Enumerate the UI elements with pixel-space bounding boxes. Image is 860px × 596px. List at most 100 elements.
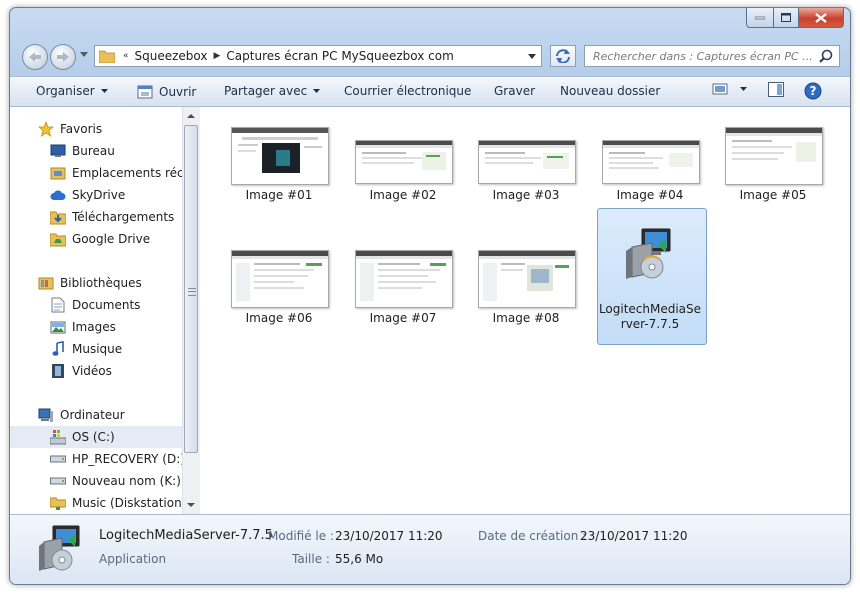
screenshot-thumbnail [355,140,453,184]
file-tile[interactable]: Image #01 [223,127,329,207]
installer-icon [622,225,678,281]
breadcrumb-separator-icon[interactable]: ▶ [214,51,221,61]
scrollbar-thumb[interactable] [184,125,198,453]
file-tile-selected[interactable]: LogitechMediaSe rver-7.7.5 [594,217,701,337]
cloud-icon [50,187,66,203]
new-folder-label: Nouveau dossier [560,84,661,98]
share-with-button[interactable]: Partager avec [224,84,321,98]
new-folder-button[interactable]: Nouveau dossier [560,84,660,98]
nav-item-documents[interactable]: Documents [10,294,182,316]
screenshot-thumbnail [478,140,576,184]
file-tile[interactable]: Image #08 [470,250,576,330]
preview-pane-button[interactable] [768,82,784,97]
breadcrumb-overflow[interactable]: « [123,51,129,61]
search-icon[interactable] [819,49,833,63]
help-button[interactable]: ? [804,82,822,100]
screenshot-thumbnail [231,250,329,308]
nav-computer[interactable]: Ordinateur [10,404,182,426]
nav-favorites-label: Favoris [60,122,103,136]
nav-item-network-music[interactable]: Music (Diskstation) [10,492,182,514]
view-icon [712,83,728,95]
nav-computer-label: Ordinateur [60,408,125,422]
screenshot-thumbnail [355,250,453,308]
file-name-line-1: LogitechMediaSe [598,302,702,316]
scroll-down-arrow-icon[interactable] [187,503,195,507]
back-button[interactable] [22,44,48,70]
help-icon: ? [804,82,822,100]
file-tile[interactable]: Image #03 [470,127,576,207]
refresh-button[interactable] [550,45,576,67]
details-created-label: Date de création : [478,529,587,543]
search-input[interactable] [585,48,815,64]
details-modified-value: 23/10/2017 11:20 [335,529,443,543]
nav-item-desktop[interactable]: Bureau [10,140,182,162]
nav-item-music[interactable]: Musique [10,338,182,360]
nav-item-label: Bureau [72,144,115,158]
network-drive-icon [50,495,66,511]
screenshot-thumbnail [231,127,329,185]
file-tile[interactable]: Image #05 [717,127,823,207]
open-button[interactable]: Ouvrir [137,84,196,100]
open-label: Ouvrir [159,85,197,99]
grip-icon [188,288,196,296]
nav-libraries-label: Bibliothèques [60,276,142,290]
file-tile[interactable]: Image #02 [347,127,453,207]
nav-item-label: Téléchargements [72,210,175,224]
navigation-scrollbar[interactable] [182,107,200,514]
forward-button[interactable] [50,44,76,70]
email-button[interactable]: Courrier électronique [344,84,471,98]
nav-item-label: Music (Diskstation) [72,496,182,510]
command-bar: Organiser Ouvrir Partager avec Courrier … [10,76,850,107]
nav-item-label: Google Drive [72,232,151,246]
nav-item-drive-k[interactable]: Nouveau nom (K:) [10,470,182,492]
navigation-pane: Favoris Bureau Emplacements récents SkyD… [10,107,182,514]
maximize-button[interactable] [774,8,799,28]
nav-favorites[interactable]: Favoris [10,118,182,140]
organize-label: Organiser [36,84,95,98]
screenshot-thumbnail [725,127,823,185]
burn-button[interactable]: Graver [494,84,535,98]
chevron-down-icon[interactable] [740,87,747,91]
nav-item-downloads[interactable]: Téléchargements [10,206,182,228]
burn-label: Graver [494,84,536,98]
nav-item-drive-d[interactable]: HP_RECOVERY (D:) [10,448,182,470]
breadcrumb-squeezebox[interactable]: Squeezebox [135,49,208,63]
nav-item-label: Musique [72,342,123,356]
screenshot-thumbnail [602,140,700,184]
file-tile[interactable]: Image #07 [347,250,453,330]
details-file-name: LogitechMediaServer-7.7.5 [99,528,273,543]
history-dropdown-icon[interactable] [80,52,88,57]
nav-item-drive-c[interactable]: OS (C:) [10,426,182,448]
forward-arrow-icon [57,52,69,62]
nav-item-pictures[interactable]: Images [10,316,182,338]
file-name: Image #06 [245,311,313,325]
address-bar[interactable]: « Squeezebox ▶ Captures écran PC MySquee… [94,45,542,67]
nav-item-label: Vidéos [72,364,112,378]
nav-libraries[interactable]: Bibliothèques [10,272,182,294]
search-box[interactable] [584,45,840,67]
nav-item-recent-places[interactable]: Emplacements récents [10,162,182,184]
organize-button[interactable]: Organiser [36,84,108,98]
nav-item-skydrive[interactable]: SkyDrive [10,184,182,206]
nav-item-google-drive[interactable]: Google Drive [10,228,182,250]
close-button[interactable] [799,8,844,28]
preview-pane-icon [768,82,784,97]
address-dropdown-button[interactable] [523,46,541,66]
pictures-icon [50,319,66,335]
breadcrumb-current-folder[interactable]: Captures écran PC MySqueezbox com [226,49,453,63]
nav-item-label: Nouveau nom (K:) [72,474,181,488]
file-name: Image #01 [245,188,313,202]
change-view-button[interactable] [712,82,747,96]
details-file-type: Application [99,552,167,566]
nav-item-label: OS (C:) [72,430,115,444]
file-tile[interactable]: Image #04 [594,127,700,207]
minimize-button[interactable] [746,8,774,28]
navigation-row: « Squeezebox ▶ Captures écran PC MySquee… [10,41,850,71]
main-pane: Favoris Bureau Emplacements récents SkyD… [10,107,850,514]
nav-item-label: HP_RECOVERY (D:) [72,452,182,466]
file-tile[interactable]: Image #06 [223,250,329,330]
nav-item-videos[interactable]: Vidéos [10,360,182,382]
recent-places-icon [50,165,66,181]
nav-item-label: Emplacements récents [72,166,182,180]
scroll-up-arrow-icon[interactable] [187,114,195,118]
